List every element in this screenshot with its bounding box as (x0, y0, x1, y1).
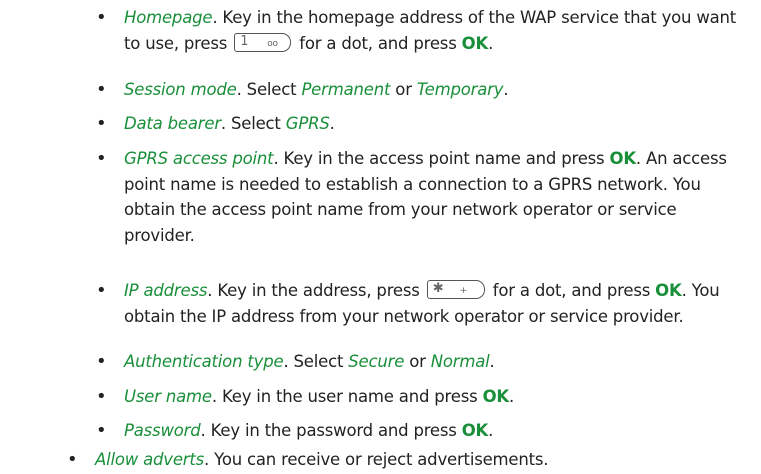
bullet: • (96, 148, 107, 169)
term-gprs-access-point: GPRS access point (124, 149, 274, 168)
list-item-gprs-access-point: • GPRS access point. Key in the access p… (96, 148, 727, 245)
term-allow-adverts: Allow adverts (95, 450, 205, 469)
list-item-password: • Password. Key in the password and pres… (96, 418, 754, 444)
list-item-authentication-type: • Authentication type. Select Secure or … (96, 349, 754, 375)
ok-label: OK (482, 387, 510, 406)
bullet: • (96, 79, 107, 100)
bullet: • (96, 386, 107, 407)
list-item-homepage: • Homepage. Key in the homepage address … (96, 7, 737, 53)
bullet: • (96, 351, 107, 372)
term-data-bearer: Data bearer (124, 114, 221, 133)
list-item-session-mode: • Session mode. Select Permanent or Temp… (96, 77, 754, 103)
term-authentication-type: Authentication type (124, 352, 284, 371)
list-item-allow-adverts: • Allow adverts. You can receive or reje… (67, 447, 755, 473)
term-user-name: User name (124, 387, 212, 406)
bullet: • (96, 7, 107, 28)
term-password: Password (124, 421, 201, 440)
bullet: • (96, 280, 107, 301)
ok-label: OK (461, 33, 489, 53)
term-session-mode: Session mode (124, 80, 237, 99)
term-ip-address: IP address (124, 281, 208, 300)
bullet: • (67, 449, 78, 470)
key-star-icon: ✱ + (426, 280, 485, 299)
ok-label: OK (461, 421, 489, 440)
ok-label: OK (609, 149, 637, 168)
list-item-user-name: • User name. Key in the user name and pr… (96, 384, 754, 410)
list-item-ip-address: • IP address. Key in the address, press … (96, 280, 720, 326)
list-item-data-bearer: • Data bearer. Select GPRS. (96, 111, 754, 137)
key-1-icon: 1 oo (234, 32, 292, 52)
bullet: • (96, 420, 107, 441)
bullet: • (96, 113, 107, 134)
ok-label: OK (655, 281, 682, 300)
term-homepage: Homepage (124, 8, 213, 27)
